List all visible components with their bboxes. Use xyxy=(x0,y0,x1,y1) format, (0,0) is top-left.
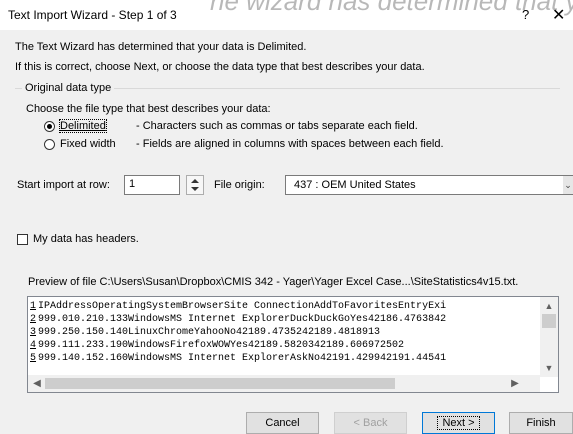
preview-line: 4 999.111.233.190WindowsFirefoxWOWYes421… xyxy=(28,339,533,352)
headers-checkbox[interactable] xyxy=(17,233,28,245)
preview-line-number: 2 xyxy=(30,314,37,325)
preview-label: Preview of file C:\Users\Susan\Dropbox\C… xyxy=(28,276,519,288)
group-legend: Original data type xyxy=(22,82,115,94)
next-button-label[interactable]: Next > xyxy=(437,416,480,430)
preview-line: 2 999.010.210.133WindowsMS Internet Expl… xyxy=(28,313,533,326)
preview-line: 5 999.140.152.160WindowsMS Internet Expl… xyxy=(28,352,533,365)
vertical-scrollbar[interactable]: ▲ ▼ xyxy=(540,297,558,377)
intro-line-1: The Text Wizard has determined that your… xyxy=(15,41,307,53)
preview-line-number: 3 xyxy=(30,327,37,338)
spin-down-icon[interactable] xyxy=(191,187,199,191)
chevron-down-icon[interactable]: ⌄ xyxy=(563,176,573,194)
start-import-label: Start import at row: xyxy=(17,179,110,191)
close-button[interactable]: ✕ xyxy=(552,5,565,25)
spin-up-down-icon[interactable] xyxy=(186,175,204,195)
preview-line: 3 999.250.150.140LinuxChromeYahooNo42189… xyxy=(28,326,533,339)
preview-line: 1 IPAddressOperatingSystemBrowserSite Co… xyxy=(28,300,533,313)
radio-button-delimited[interactable] xyxy=(44,120,55,132)
start-row-input[interactable]: 1 xyxy=(124,175,180,195)
preview-line-text: 999.010.210.133WindowsMS Internet Explor… xyxy=(38,314,447,325)
radio-fixed-width[interactable]: Fixed width - Fields are aligned in colu… xyxy=(44,138,444,150)
preview-lines: 1 IPAddressOperatingSystemBrowserSite Co… xyxy=(28,300,533,372)
horizontal-scrollbar[interactable]: ◀ ▶ xyxy=(28,375,540,392)
headers-checkbox-label[interactable]: My data has headers. xyxy=(33,233,139,245)
scroll-left-icon[interactable]: ◀ xyxy=(32,378,42,389)
scroll-up-icon[interactable]: ▲ xyxy=(544,301,554,311)
preview-line-text: 999.111.233.190WindowsFirefoxWOWYes42189… xyxy=(38,340,405,351)
radio-hint-delimited: - Characters such as commas or tabs sepa… xyxy=(136,120,418,132)
overlay-text: he wizard has determined that your data xyxy=(210,0,573,16)
preview-line-text: 999.140.152.160WindowsMS Internet Explor… xyxy=(38,353,447,364)
file-origin-select[interactable]: 437 : OEM United States xyxy=(285,175,573,195)
scroll-right-icon[interactable]: ▶ xyxy=(510,378,520,389)
file-type-prompt: Choose the file type that best describes… xyxy=(26,103,271,115)
help-button[interactable]: ? xyxy=(522,7,529,22)
preview-pane[interactable]: 1 IPAddressOperatingSystemBrowserSite Co… xyxy=(27,296,559,393)
file-origin-label: File origin: xyxy=(214,179,265,191)
preview-line-text: 999.250.150.140LinuxChromeYahooNo42189.4… xyxy=(38,327,381,338)
intro-line-2: If this is correct, choose Next, or choo… xyxy=(15,61,425,73)
scroll-down-icon[interactable]: ▼ xyxy=(544,363,554,373)
preview-line-number: 1 xyxy=(30,301,37,312)
radio-label-delimited[interactable]: Delimited xyxy=(59,119,107,133)
preview-line-number: 5 xyxy=(30,353,37,364)
radio-delimited[interactable]: Delimited - Characters such as commas or… xyxy=(44,119,418,133)
radio-button-fixed-width[interactable] xyxy=(44,138,55,150)
window-title: Text Import Wizard - Step 1 of 3 xyxy=(8,8,177,22)
radio-label-fixed-width[interactable]: Fixed width xyxy=(60,138,136,150)
radio-hint-fixed-width: - Fields are aligned in columns with spa… xyxy=(136,138,444,150)
vertical-scroll-thumb[interactable] xyxy=(542,314,556,328)
spin-up-icon[interactable] xyxy=(191,179,199,183)
preview-line-text: IPAddressOperatingSystemBrowserSite Conn… xyxy=(38,301,447,312)
title-bar: Text Import Wizard - Step 1 of 3 he wiza… xyxy=(0,0,573,30)
headers-checkbox-row[interactable]: My data has headers. xyxy=(17,233,139,245)
preview-line-number: 4 xyxy=(30,340,37,351)
horizontal-scroll-thumb[interactable] xyxy=(45,378,395,389)
